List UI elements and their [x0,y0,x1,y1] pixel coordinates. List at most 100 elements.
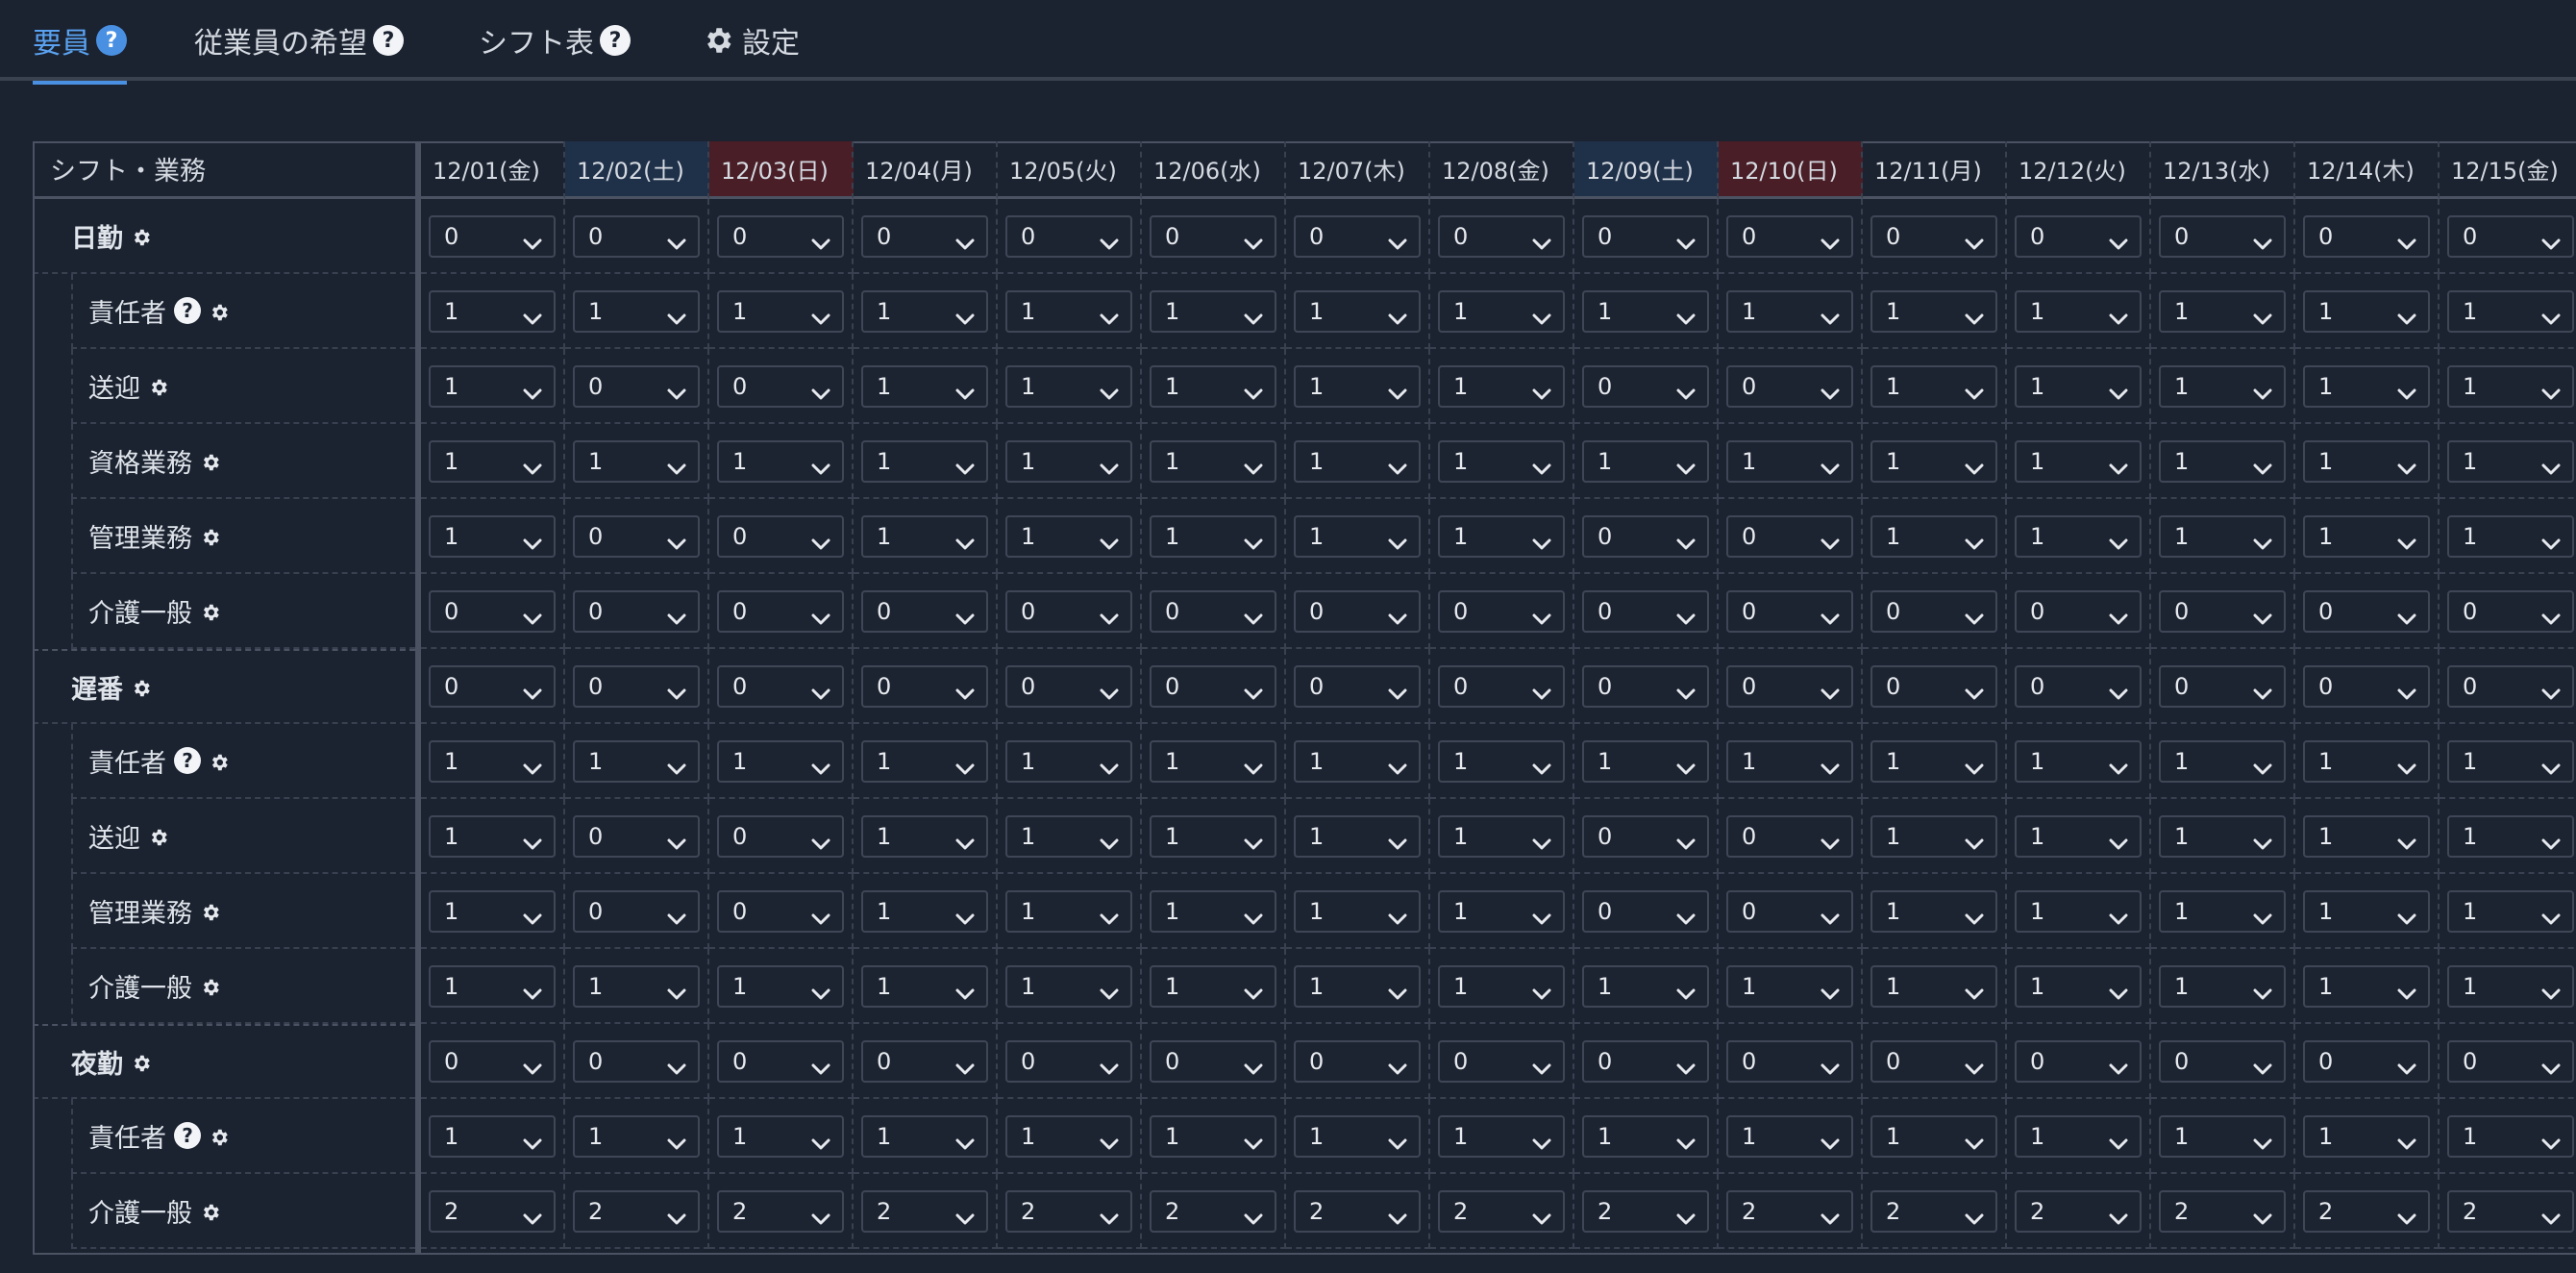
count-select[interactable]: 0 [573,1040,700,1083]
count-select[interactable]: 1 [1294,740,1421,783]
count-select[interactable]: 1 [1870,965,1997,1008]
count-select[interactable]: 0 [573,365,700,408]
count-select[interactable]: 1 [1870,365,1997,408]
tab-4[interactable]: 設定 [702,0,800,81]
count-select[interactable]: 1 [573,1115,700,1158]
count-select[interactable]: 0 [429,215,556,258]
count-select[interactable]: 2 [861,1190,988,1233]
count-select[interactable]: 1 [1150,815,1276,858]
count-select[interactable]: 0 [2159,215,2286,258]
count-select[interactable]: 0 [717,815,844,858]
count-select[interactable]: 1 [717,740,844,783]
count-select[interactable]: 0 [1726,215,1853,258]
count-select[interactable]: 1 [1005,440,1132,483]
count-select[interactable]: 1 [2303,290,2430,333]
count-select[interactable]: 0 [1294,1040,1421,1083]
count-select[interactable]: 0 [2015,665,2142,708]
count-select[interactable]: 1 [2159,1115,2286,1158]
count-select[interactable]: 1 [429,440,556,483]
count-select[interactable]: 0 [2303,665,2430,708]
count-select[interactable]: 0 [861,665,988,708]
count-select[interactable]: 0 [573,890,700,933]
gear-icon[interactable] [200,450,221,471]
count-select[interactable]: 1 [1870,290,1997,333]
count-select[interactable]: 1 [2015,815,2142,858]
count-select[interactable]: 0 [1582,515,1709,558]
count-select[interactable]: 0 [1726,665,1853,708]
count-select[interactable]: 1 [429,890,556,933]
count-select[interactable]: 0 [717,1040,844,1083]
count-select[interactable]: 0 [717,215,844,258]
count-select[interactable]: 0 [573,215,700,258]
count-select[interactable]: 0 [1870,1040,1997,1083]
count-select[interactable]: 1 [861,740,988,783]
count-select[interactable]: 0 [2015,590,2142,633]
count-select[interactable]: 2 [2447,1190,2574,1233]
count-select[interactable]: 1 [429,515,556,558]
count-select[interactable]: 1 [717,290,844,333]
count-select[interactable]: 1 [1726,1115,1853,1158]
count-select[interactable]: 1 [717,440,844,483]
count-select[interactable]: 1 [2159,815,2286,858]
gear-icon[interactable] [131,225,152,246]
gear-icon[interactable] [131,676,152,697]
count-select[interactable]: 1 [861,890,988,933]
count-select[interactable]: 0 [1870,215,1997,258]
count-select[interactable]: 0 [1150,665,1276,708]
count-select[interactable]: 0 [1726,1040,1853,1083]
count-select[interactable]: 1 [861,365,988,408]
gear-icon[interactable] [200,525,221,546]
count-select[interactable]: 1 [1726,440,1853,483]
count-select[interactable]: 1 [1150,1115,1276,1158]
count-select[interactable]: 1 [2447,1115,2574,1158]
count-select[interactable]: 0 [717,890,844,933]
count-select[interactable]: 0 [1438,215,1565,258]
help-icon[interactable]: ? [373,25,404,56]
count-select[interactable]: 1 [1726,740,1853,783]
count-select[interactable]: 0 [2447,1040,2574,1083]
count-select[interactable]: 0 [1582,665,1709,708]
count-select[interactable]: 0 [2015,1040,2142,1083]
count-select[interactable]: 1 [1438,365,1565,408]
count-select[interactable]: 1 [1294,440,1421,483]
count-select[interactable]: 2 [1005,1190,1132,1233]
count-select[interactable]: 1 [573,440,700,483]
gear-icon[interactable] [131,1051,152,1072]
count-select[interactable]: 0 [1726,890,1853,933]
count-select[interactable]: 2 [717,1190,844,1233]
count-select[interactable]: 0 [429,590,556,633]
count-select[interactable]: 1 [1150,890,1276,933]
count-select[interactable]: 1 [1005,740,1132,783]
gear-icon[interactable] [200,600,221,621]
count-select[interactable]: 2 [2303,1190,2430,1233]
gear-icon[interactable] [200,900,221,921]
count-select[interactable]: 1 [1005,365,1132,408]
count-select[interactable]: 1 [1870,740,1997,783]
count-select[interactable]: 0 [573,815,700,858]
count-select[interactable]: 1 [1582,1115,1709,1158]
tab-3[interactable]: シフト表? [479,0,631,81]
count-select[interactable]: 1 [429,365,556,408]
count-select[interactable]: 1 [2015,365,2142,408]
count-select[interactable]: 1 [2015,965,2142,1008]
count-select[interactable]: 1 [2303,890,2430,933]
count-select[interactable]: 1 [861,290,988,333]
count-select[interactable]: 0 [1582,1040,1709,1083]
count-select[interactable]: 0 [2447,215,2574,258]
count-select[interactable]: 0 [1582,890,1709,933]
count-select[interactable]: 1 [1438,515,1565,558]
tab-2[interactable]: 従業員の希望? [194,0,404,81]
count-select[interactable]: 0 [1582,590,1709,633]
count-select[interactable]: 1 [2447,740,2574,783]
count-select[interactable]: 0 [1150,215,1276,258]
help-icon[interactable]: ? [174,747,201,774]
count-select[interactable]: 1 [1582,965,1709,1008]
count-select[interactable]: 1 [2303,1115,2430,1158]
count-select[interactable]: 1 [1005,815,1132,858]
count-select[interactable]: 0 [2447,665,2574,708]
count-select[interactable]: 1 [1150,515,1276,558]
gear-icon[interactable] [200,975,221,996]
count-select[interactable]: 1 [1150,740,1276,783]
count-select[interactable]: 2 [429,1190,556,1233]
count-select[interactable]: 1 [1150,290,1276,333]
